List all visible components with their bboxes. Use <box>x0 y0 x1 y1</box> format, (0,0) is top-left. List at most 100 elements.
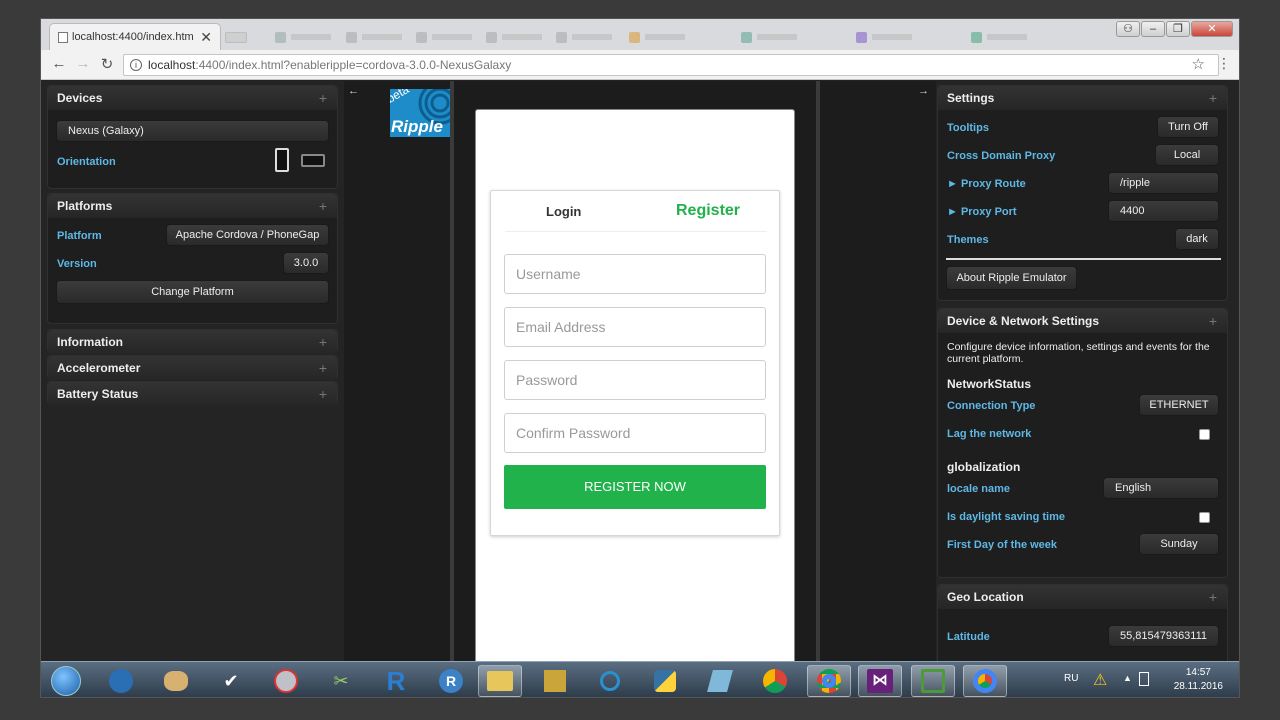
battery-panel[interactable]: Battery Status + <box>47 381 338 406</box>
paint-app-icon[interactable] <box>154 665 198 697</box>
settings-header[interactable]: Settings + <box>938 86 1227 110</box>
email-field[interactable]: Email Address <box>504 307 766 347</box>
cdp-select[interactable]: Local <box>1155 144 1219 166</box>
browser-window: localhost:4400/index.htm ✕ ⚇ – ❐ ✕ ← → ↻… <box>40 18 1240 698</box>
devices-header[interactable]: Devices + <box>48 86 337 110</box>
expand-icon[interactable]: + <box>319 382 327 406</box>
geo-location-header[interactable]: Geo Location + <box>938 585 1227 609</box>
platforms-header[interactable]: Platforms + <box>48 194 337 218</box>
battery-title: Battery Status <box>57 387 139 401</box>
tab-background-4[interactable] <box>486 27 542 47</box>
close-tab-icon[interactable]: ✕ <box>200 29 212 46</box>
accelerometer-header[interactable]: Accelerometer + <box>48 356 337 380</box>
tab-new[interactable] <box>225 27 247 47</box>
information-header[interactable]: Information + <box>48 330 337 354</box>
notes-app-icon[interactable] <box>698 665 742 697</box>
expand-icon[interactable]: + <box>319 194 327 218</box>
tab-login[interactable]: Login <box>546 204 581 219</box>
proxy-port-input[interactable]: 4400 <box>1108 200 1219 222</box>
version-select[interactable]: 3.0.0 <box>283 252 329 274</box>
expand-icon[interactable]: + <box>319 86 327 110</box>
collapse-right-icon[interactable]: → <box>918 85 929 97</box>
devices-panel: Devices + Nexus (Galaxy) Orientation <box>47 85 338 189</box>
connection-type-select[interactable]: ETHERNET <box>1139 394 1219 416</box>
confirm-password-field[interactable]: Confirm Password <box>504 413 766 453</box>
information-panel[interactable]: Information + <box>47 329 338 354</box>
locale-name-select[interactable]: English <box>1103 477 1219 499</box>
tab-background-3[interactable] <box>416 27 472 47</box>
tooltips-button[interactable]: Turn Off <box>1157 116 1219 138</box>
info-icon[interactable]: i <box>130 59 142 71</box>
portrait-icon[interactable] <box>275 148 289 172</box>
hp-app-icon[interactable] <box>99 665 143 697</box>
tab-background-6[interactable] <box>629 27 685 47</box>
back-icon[interactable]: ← <box>49 55 69 72</box>
tab-background-2[interactable] <box>346 27 402 47</box>
bookmark-star-icon[interactable]: ☆ <box>1192 55 1205 73</box>
chrome-canary-icon[interactable] <box>753 665 797 697</box>
tab-register[interactable]: Register <box>676 202 740 220</box>
collapse-left-icon[interactable]: ← <box>348 85 359 97</box>
proxy-port-label: ► Proxy Port <box>947 206 1017 218</box>
start-button[interactable] <box>44 665 88 697</box>
device-select[interactable]: Nexus (Galaxy) <box>56 120 329 142</box>
devices-title: Devices <box>57 91 103 105</box>
battery-header[interactable]: Battery Status + <box>48 382 337 406</box>
about-ripple-button[interactable]: About Ripple Emulator <box>946 266 1077 290</box>
forward-icon[interactable]: → <box>73 55 93 72</box>
rstudio-app-icon[interactable]: R <box>429 665 473 697</box>
first-day-select[interactable]: Sunday <box>1139 533 1219 555</box>
chrome-window-icon[interactable] <box>963 665 1007 697</box>
expand-icon[interactable]: + <box>319 330 327 354</box>
maximize-icon[interactable]: ❐ <box>1166 21 1190 37</box>
platforms-title: Platforms <box>57 199 113 213</box>
clock-date: 28.11.2016 <box>1173 681 1223 692</box>
python-app-icon[interactable] <box>643 665 687 697</box>
device-network-header[interactable]: Device & Network Settings + <box>938 309 1227 333</box>
proxy-route-input[interactable]: /ripple <box>1108 172 1219 194</box>
landscape-icon[interactable] <box>301 154 325 167</box>
notification-icon[interactable]: ⚠ <box>1093 670 1107 690</box>
search-app-icon[interactable] <box>588 665 632 697</box>
explorer-app-icon[interactable] <box>478 665 522 697</box>
checkmark-app-icon[interactable]: ✔ <box>209 665 253 697</box>
visual-studio-icon[interactable]: ⋈ <box>858 665 902 697</box>
daylight-saving-checkbox[interactable] <box>1199 512 1210 523</box>
change-platform-button[interactable]: Change Platform <box>56 280 329 304</box>
lag-network-checkbox[interactable] <box>1199 429 1210 440</box>
tab-background-8[interactable] <box>856 27 912 47</box>
themes-select[interactable]: dark <box>1175 228 1219 250</box>
username-field[interactable]: Username <box>504 254 766 294</box>
r-app-icon[interactable]: R <box>374 665 418 697</box>
address-bar[interactable]: i localhost:4400/index.html?enableripple… <box>123 54 1219 76</box>
latitude-input[interactable]: 55,815479363111 <box>1108 625 1219 647</box>
language-indicator[interactable]: RU <box>1064 673 1078 684</box>
expand-icon[interactable]: + <box>319 356 327 380</box>
tab-background-1[interactable] <box>275 27 331 47</box>
expand-icon[interactable]: + <box>1209 86 1217 110</box>
reload-icon[interactable]: ↻ <box>97 55 117 73</box>
password-field[interactable]: Password <box>504 360 766 400</box>
left-gutter: ← beta Ripple <box>344 81 454 661</box>
register-now-button[interactable]: REGISTER NOW <box>504 465 766 509</box>
minimize-icon[interactable]: – <box>1141 21 1165 37</box>
platform-select[interactable]: Apache Cordova / PhoneGap <box>166 224 329 246</box>
tab-background-7[interactable] <box>741 27 797 47</box>
tools-app-icon[interactable]: ✂ <box>319 665 363 697</box>
user-icon[interactable]: ⚇ <box>1116 21 1140 37</box>
expand-icon[interactable]: + <box>1209 585 1217 609</box>
system-clock[interactable]: 14:57 28.11.2016 <box>1174 666 1223 694</box>
gauge-app-icon[interactable] <box>264 665 308 697</box>
tray-arrow-icon[interactable]: ▲ <box>1123 673 1132 683</box>
menu-dots-icon[interactable]: ⋮ <box>1217 55 1231 72</box>
accelerometer-panel[interactable]: Accelerometer + <box>47 355 338 380</box>
tab-background-5[interactable] <box>556 27 612 47</box>
camtasia-app-icon[interactable] <box>911 665 955 697</box>
archive-app-icon[interactable] <box>533 665 577 697</box>
expand-icon[interactable]: + <box>1209 309 1217 333</box>
chrome-app-icon[interactable] <box>807 665 851 697</box>
tab-background-9[interactable] <box>971 27 1027 47</box>
tab-active[interactable]: localhost:4400/index.htm ✕ <box>49 23 221 50</box>
close-window-icon[interactable]: ✕ <box>1191 21 1233 37</box>
device-tray-icon[interactable] <box>1139 672 1149 686</box>
